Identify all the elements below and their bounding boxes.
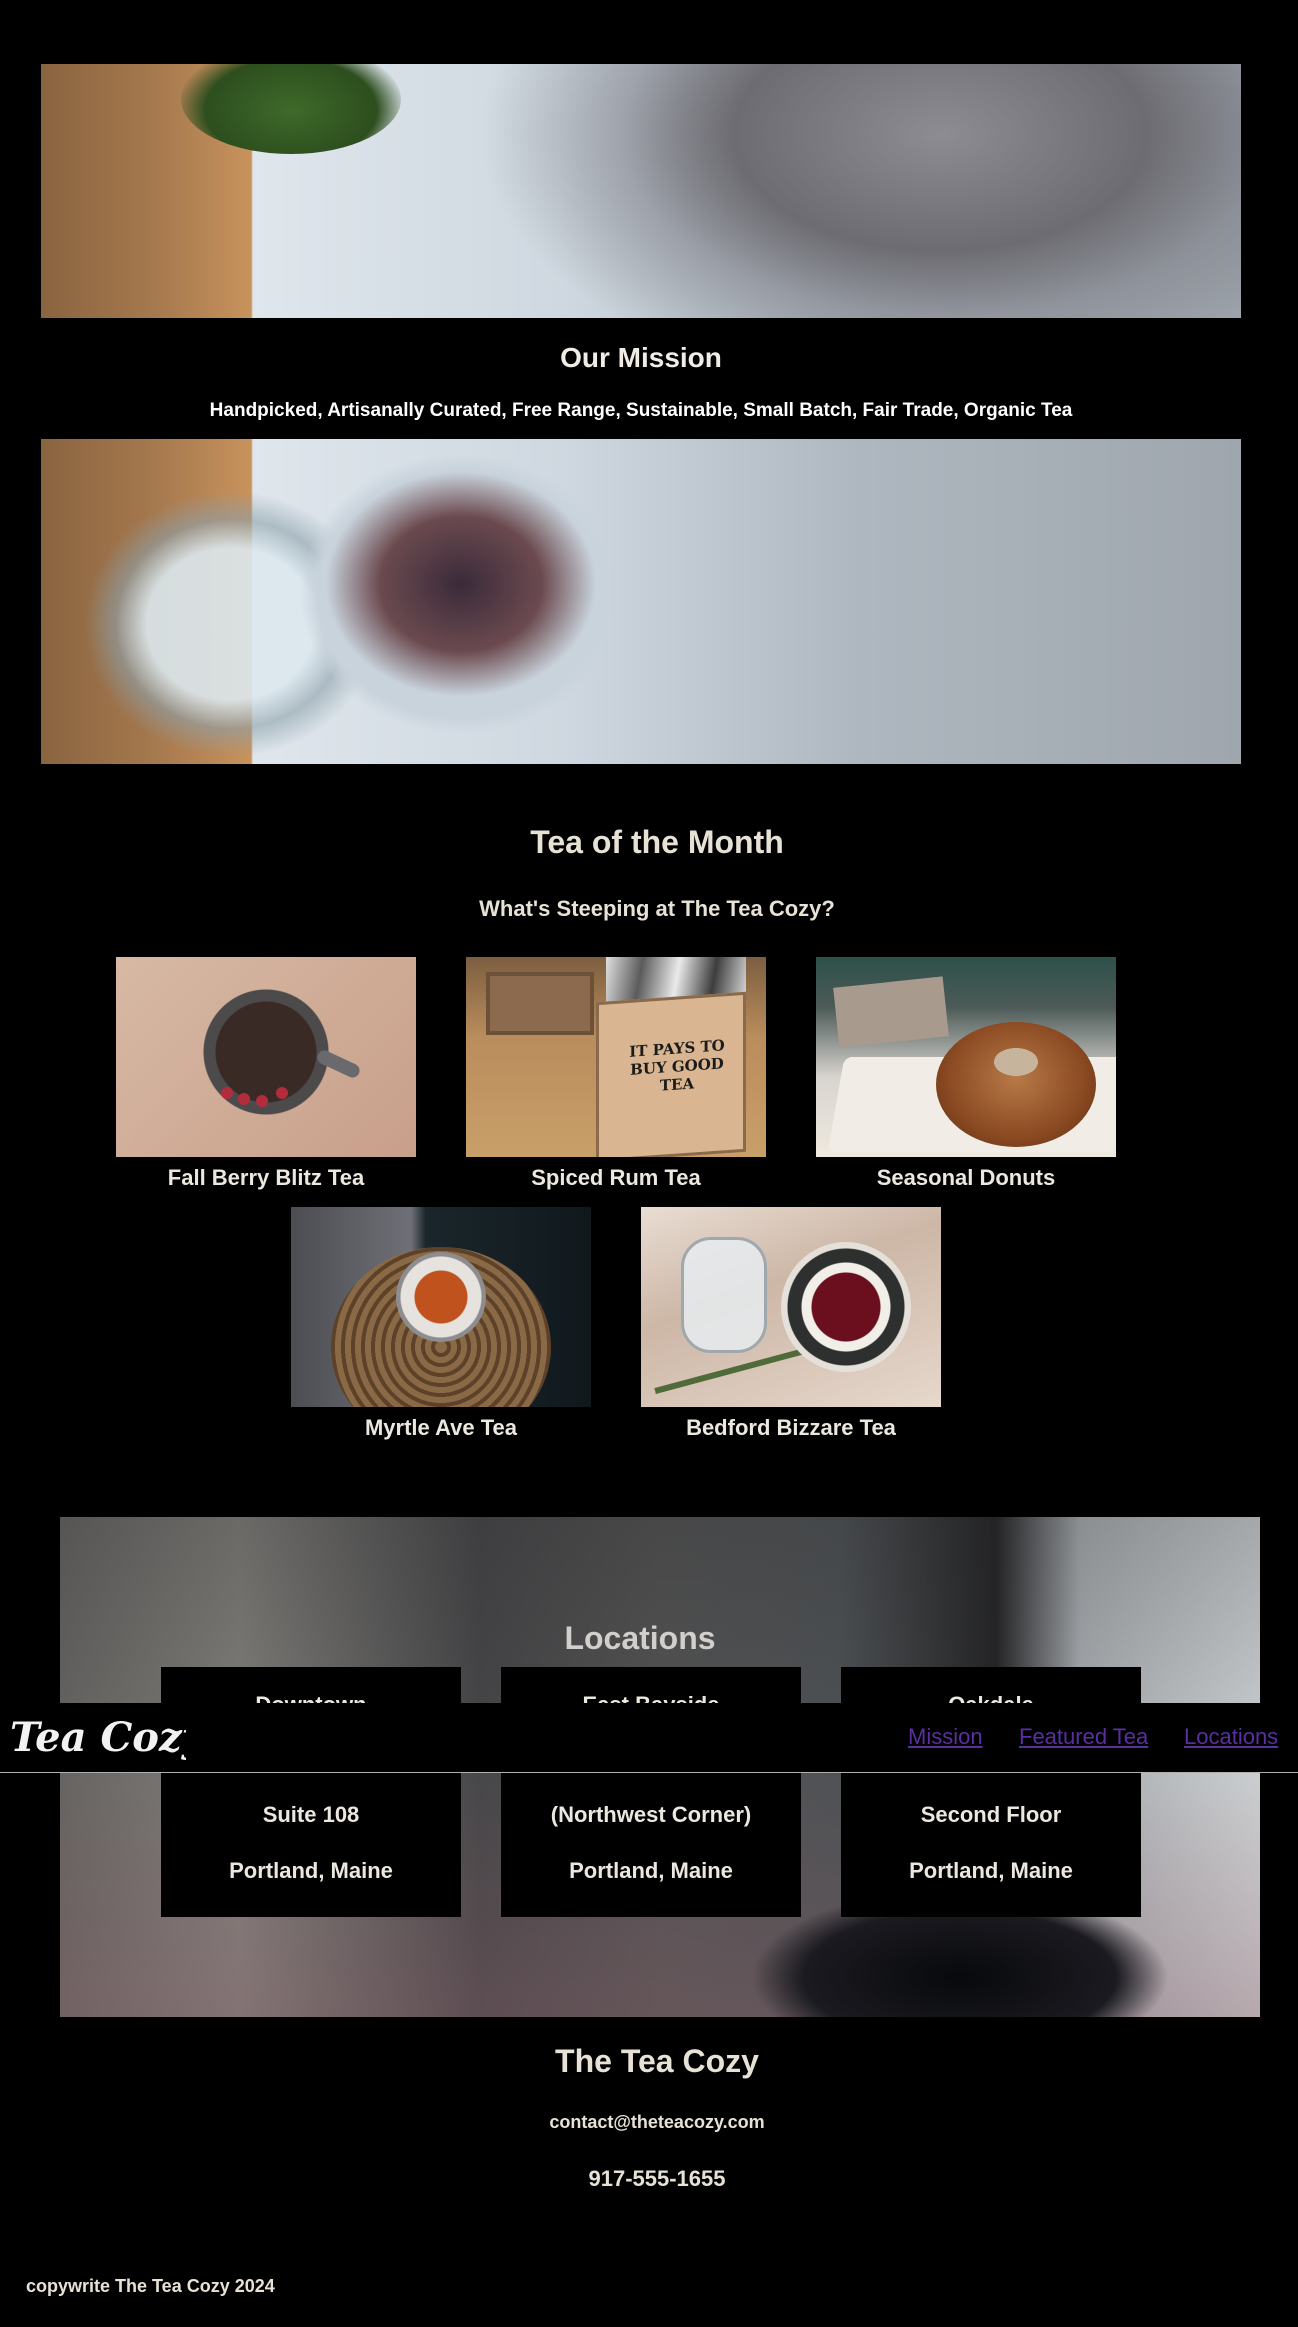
- mission-banner: Our Mission Handpicked, Artisanally Cura…: [41, 318, 1241, 439]
- location-address: Suite 108: [262, 1802, 360, 1827]
- tea-image-seasonal-donuts: [816, 957, 1116, 1157]
- mission-subtitle: Handpicked, Artisanally Curated, Free Ra…: [209, 400, 1073, 421]
- tea-card: Bedford Bizzare Tea: [641, 1207, 941, 1441]
- tea-name: Fall Berry Blitz Tea: [167, 1165, 365, 1190]
- footer-copyright: copywrite The Tea Cozy 2024: [26, 2276, 275, 2296]
- tea-image-bedford-bizzare: [641, 1207, 941, 1407]
- footer-phone: 917-555-1655: [588, 2166, 726, 2191]
- brand-logo-text: Tea Cozy: [10, 1714, 186, 1761]
- tea-name: Spiced Rum Tea: [531, 1165, 701, 1190]
- tea-image-myrtle-ave: [291, 1207, 591, 1407]
- location-city: Portland, Maine: [909, 1858, 1073, 1883]
- locations-title: Locations: [564, 1620, 716, 1656]
- tea-name: Seasonal Donuts: [876, 1165, 1056, 1190]
- footer-email: contact@theteacozy.com: [549, 2112, 765, 2132]
- footer-title: The Tea Cozy: [555, 2043, 759, 2079]
- location-address: (Northwest Corner): [550, 1802, 752, 1827]
- location-city: Portland, Maine: [569, 1858, 733, 1883]
- box-label: IT PAYS TO BUY GOOD TEA: [629, 1036, 725, 1095]
- mission-title: Our Mission: [560, 342, 722, 373]
- tea-card: Myrtle Ave Tea: [291, 1207, 591, 1441]
- tea-card: Seasonal Donuts: [816, 957, 1116, 1191]
- location-address: Second Floor: [920, 1802, 1062, 1827]
- tea-card: IT PAYS TO BUY GOOD TEA Spiced Rum Tea: [466, 957, 766, 1191]
- site-header: Tea Cozy Mission Featured Tea Locations: [0, 1703, 1298, 1773]
- nav-link-mission[interactable]: Mission: [908, 1724, 983, 1750]
- tea-card: Fall Berry Blitz Tea: [116, 957, 416, 1191]
- brand-logo[interactable]: Tea Cozy: [6, 1711, 186, 1763]
- tea-image-spiced-rum: IT PAYS TO BUY GOOD TEA: [466, 957, 766, 1157]
- hero-leaf: [181, 64, 401, 154]
- tea-image-fall-berry-blitz: [116, 957, 416, 1157]
- tea-name: Myrtle Ave Tea: [364, 1415, 518, 1440]
- nav-link-locations[interactable]: Locations: [1184, 1724, 1278, 1750]
- nav-link-featured-tea[interactable]: Featured Tea: [1019, 1724, 1148, 1750]
- location-city: Portland, Maine: [229, 1858, 393, 1883]
- tea-of-month-title: Tea of the Month: [530, 824, 784, 860]
- tea-of-month-subtitle: What's Steeping at The Tea Cozy?: [479, 896, 835, 921]
- tea-name: Bedford Bizzare Tea: [686, 1415, 896, 1440]
